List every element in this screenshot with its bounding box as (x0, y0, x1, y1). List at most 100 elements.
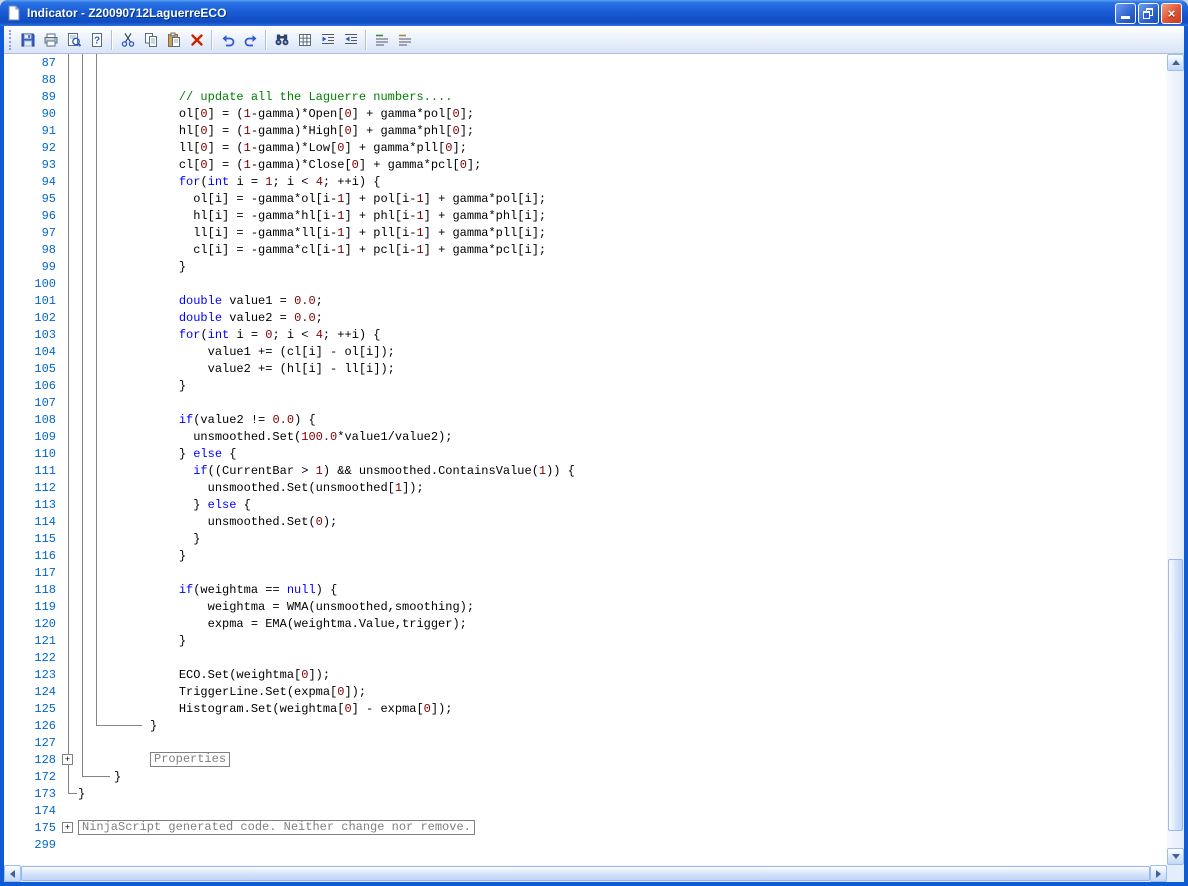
undo-button[interactable] (216, 29, 239, 51)
uncomment-button[interactable] (393, 29, 416, 51)
vertical-scrollbar[interactable] (1167, 54, 1184, 865)
code-line[interactable]: 95 ol[i] = -gamma*ol[i-1] + pol[i-1] + g… (4, 190, 1167, 207)
code-line[interactable]: 101 double value1 = 0.0; (4, 292, 1167, 309)
code-line[interactable]: 175 + NinjaScript generated code. Neither … (4, 819, 1167, 836)
fold-margin (60, 343, 78, 360)
code-line[interactable]: 123 ECO.Set(weightma[0]); (4, 666, 1167, 683)
restore-button[interactable] (1138, 2, 1159, 24)
fold-margin (60, 139, 78, 156)
line-number: 87 (41, 55, 56, 70)
code-line[interactable]: 88 (4, 71, 1167, 88)
fold-margin (60, 394, 78, 411)
paste-button[interactable] (162, 29, 185, 51)
code-line[interactable]: 106 } (4, 377, 1167, 394)
code-line[interactable]: 121 } (4, 632, 1167, 649)
code-line[interactable]: 109 unsmoothed.Set(100.0*value1/value2); (4, 428, 1167, 445)
code-line[interactable]: 89 // update all the Laguerre numbers...… (4, 88, 1167, 105)
minimize-button[interactable] (1115, 2, 1136, 24)
collapsed-region[interactable]: NinjaScript generated code. Neither chan… (78, 820, 475, 835)
line-number: 95 (41, 191, 56, 206)
code-line[interactable]: 124 TriggerLine.Set(expma[0]); (4, 683, 1167, 700)
line-number: 108 (34, 412, 56, 427)
code-line[interactable]: 117 (4, 564, 1167, 581)
cut-icon (121, 32, 134, 47)
code-line[interactable]: 93 cl[0] = (1-gamma)*Close[0] + gamma*pc… (4, 156, 1167, 173)
app-icon[interactable] (6, 5, 22, 21)
find-button[interactable] (270, 29, 293, 51)
horizontal-scrollbar[interactable] (4, 865, 1167, 882)
code-line[interactable]: 105 value2 += (hl[i] - ll[i]); (4, 360, 1167, 377)
code-line[interactable]: 110 } else { (4, 445, 1167, 462)
toolbar-grip[interactable] (9, 29, 11, 50)
code-line[interactable]: 113 } else { (4, 496, 1167, 513)
code-line[interactable]: 94 for(int i = 1; i < 4; ++i) { (4, 173, 1167, 190)
delete-icon (190, 33, 203, 46)
code-line[interactable]: 126 } (4, 717, 1167, 734)
line-number: 104 (34, 344, 56, 359)
code-line[interactable]: 97 ll[i] = -gamma*ll[i-1] + pll[i-1] + g… (4, 224, 1167, 241)
help-button[interactable]: ? (85, 29, 108, 51)
code-line[interactable]: 299 (4, 836, 1167, 853)
code-line[interactable]: 90 ol[0] = (1-gamma)*Open[0] + gamma*pol… (4, 105, 1167, 122)
code-line[interactable]: 114 unsmoothed.Set(0); (4, 513, 1167, 530)
print-preview-button[interactable] (62, 29, 85, 51)
copy-button[interactable] (139, 29, 162, 51)
line-number: 91 (41, 123, 56, 138)
fold-expand-button[interactable]: + (62, 822, 73, 833)
outdent-button[interactable] (339, 29, 362, 51)
code-line[interactable]: 172 } (4, 768, 1167, 785)
vertical-scroll-thumb[interactable] (1168, 559, 1183, 831)
code-line[interactable]: 112 unsmoothed.Set(unsmoothed[1]); (4, 479, 1167, 496)
code-line[interactable]: 103 for(int i = 0; i < 4; ++i) { (4, 326, 1167, 343)
code-line[interactable]: 100 (4, 275, 1167, 292)
code-line[interactable]: 87 (4, 54, 1167, 71)
indent-button[interactable] (316, 29, 339, 51)
code-line[interactable]: 91 hl[0] = (1-gamma)*High[0] + gamma*phl… (4, 122, 1167, 139)
scroll-left-button[interactable] (4, 865, 21, 882)
fold-expand-button[interactable]: + (62, 754, 73, 765)
close-button[interactable]: × (1161, 2, 1182, 24)
code-line[interactable]: 118 if(weightma == null) { (4, 581, 1167, 598)
line-number: 121 (34, 633, 56, 648)
code-line[interactable]: 128 + Properties (4, 751, 1167, 768)
code-line[interactable]: 92 ll[0] = (1-gamma)*Low[0] + gamma*pll[… (4, 139, 1167, 156)
replace-button[interactable] (293, 29, 316, 51)
code-line[interactable]: 104 value1 += (cl[i] - ol[i]); (4, 343, 1167, 360)
code-viewport[interactable]: 87 88 89 // update all the Laguerre number… (4, 54, 1167, 865)
delete-button[interactable] (185, 29, 208, 51)
code-line[interactable]: 115 } (4, 530, 1167, 547)
code-line[interactable]: 102 double value2 = 0.0; (4, 309, 1167, 326)
fold-margin (60, 666, 78, 683)
horizontal-scroll-thumb[interactable] (21, 866, 1150, 881)
save-button[interactable] (16, 29, 39, 51)
redo-button[interactable] (239, 29, 262, 51)
comment-button[interactable] (370, 29, 393, 51)
line-number: 92 (41, 140, 56, 155)
code-line[interactable]: 99 } (4, 258, 1167, 275)
code-line[interactable]: 119 weightma = WMA(unsmoothed,smoothing)… (4, 598, 1167, 615)
code-line[interactable]: 96 hl[i] = -gamma*hl[i-1] + phl[i-1] + g… (4, 207, 1167, 224)
code-line[interactable]: 107 (4, 394, 1167, 411)
code-line[interactable]: 174 (4, 802, 1167, 819)
code-line[interactable]: 116 } (4, 547, 1167, 564)
code-line[interactable]: 127 (4, 734, 1167, 751)
code-line[interactable]: 108 if(value2 != 0.0) { (4, 411, 1167, 428)
collapsed-region[interactable]: Properties (150, 752, 231, 767)
code-line[interactable]: 111 if((CurrentBar > 1) && unsmoothed.Co… (4, 462, 1167, 479)
code-line[interactable]: 98 cl[i] = -gamma*cl[i-1] + pcl[i-1] + g… (4, 241, 1167, 258)
title-bar[interactable]: Indicator - Z20090712LaguerreECO × (0, 0, 1188, 26)
line-number: 118 (34, 582, 56, 597)
code-line[interactable]: 173} (4, 785, 1167, 802)
code-line[interactable]: 122 (4, 649, 1167, 666)
fold-margin (60, 411, 78, 428)
code-line[interactable]: 120 expma = EMA(weightma.Value,trigger); (4, 615, 1167, 632)
scroll-down-button[interactable] (1167, 848, 1184, 865)
fold-margin (60, 377, 78, 394)
fold-margin (60, 275, 78, 292)
cut-button[interactable] (116, 29, 139, 51)
print-button[interactable] (39, 29, 62, 51)
code-line[interactable]: 125 Histogram.Set(weightma[0] - expma[0]… (4, 700, 1167, 717)
scroll-up-button[interactable] (1167, 54, 1184, 71)
scroll-right-button[interactable] (1150, 865, 1167, 882)
arrow-up-icon (1171, 56, 1180, 65)
